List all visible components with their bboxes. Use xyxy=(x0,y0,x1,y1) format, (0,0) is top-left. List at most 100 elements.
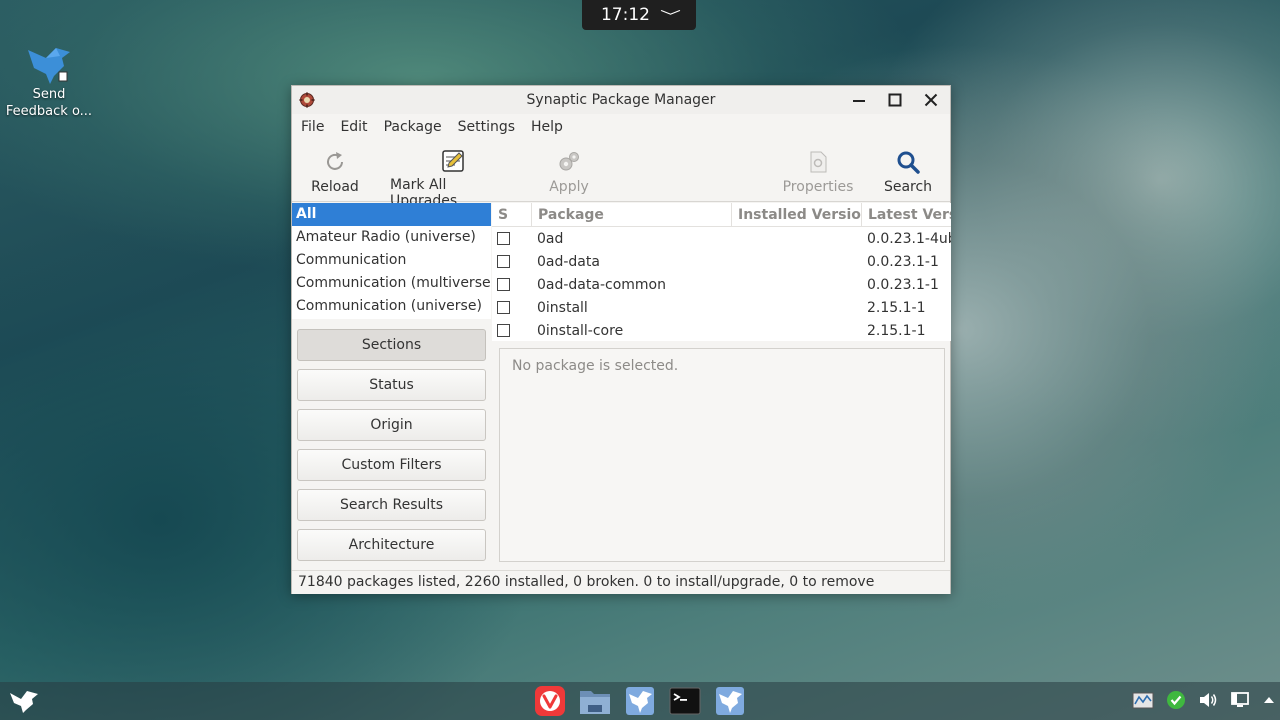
synaptic-app-icon xyxy=(299,92,315,112)
details-placeholder-text: No package is selected. xyxy=(512,358,679,374)
section-item-communication[interactable]: Communication xyxy=(292,249,491,272)
properties-button[interactable]: Properties xyxy=(782,140,854,200)
status-text: 71840 packages listed, 2260 installed, 0… xyxy=(298,574,875,590)
close-icon xyxy=(924,93,938,107)
tray-expand-icon[interactable] xyxy=(1262,693,1276,711)
desktop-icon-label-line1: Send xyxy=(32,87,66,102)
filter-pane: All Amateur Radio (universe) Communicati… xyxy=(292,203,491,566)
chevron-down-icon: ﹀ xyxy=(660,9,681,25)
search-icon xyxy=(896,149,920,175)
keyboard-layout-icon[interactable] xyxy=(1132,690,1154,714)
package-name: 0ad-data-common xyxy=(537,276,666,293)
package-checkbox[interactable] xyxy=(497,255,510,268)
close-button[interactable] xyxy=(918,90,944,110)
package-list: S Package Installed Version Latest Versi… xyxy=(492,203,951,341)
table-row[interactable]: 0ad-data 0.0.23.1-1 xyxy=(492,250,951,273)
taskbar-send-feedback[interactable] xyxy=(623,685,657,717)
taskbar xyxy=(0,682,1280,720)
menu-help[interactable]: Help xyxy=(523,119,571,135)
column-header-installed-version[interactable]: Installed Version xyxy=(732,203,862,227)
section-item-communication-universe[interactable]: Communication (universe) xyxy=(292,295,491,318)
folder-icon xyxy=(580,691,610,714)
minimize-button[interactable] xyxy=(846,90,872,110)
desktop-icon-send-feedback[interactable]: Send Feedback o... xyxy=(4,44,94,120)
custom-filters-button[interactable]: Custom Filters xyxy=(297,449,486,481)
mark-all-upgrades-button[interactable]: Mark All Upgrades xyxy=(390,140,516,209)
menu-settings[interactable]: Settings xyxy=(450,119,523,135)
reload-icon xyxy=(323,149,347,175)
bird-logo-icon xyxy=(10,691,38,713)
synaptic-window: Synaptic Package Manager File Edit Packa… xyxy=(291,85,951,594)
package-latest-version: 0.0.23.1-4ubuntu xyxy=(867,230,951,247)
clock-text: 17:12 xyxy=(600,5,650,25)
mark-upgrades-icon xyxy=(441,149,465,173)
section-list: All Amateur Radio (universe) Communicati… xyxy=(292,203,491,319)
bird-icon xyxy=(28,48,70,84)
sections-button[interactable]: Sections xyxy=(297,329,486,361)
package-list-header: S Package Installed Version Latest Versi… xyxy=(492,203,951,227)
menu-bar: File Edit Package Settings Help xyxy=(292,114,950,140)
update-ok-icon[interactable] xyxy=(1166,690,1186,714)
package-checkbox[interactable] xyxy=(497,301,510,314)
taskbar-file-manager[interactable] xyxy=(578,685,612,717)
bird-app-icon xyxy=(716,687,744,715)
vivaldi-icon xyxy=(535,686,565,716)
desktop-icon-label-line2: Feedback o... xyxy=(5,104,93,119)
maximize-icon xyxy=(888,93,902,107)
search-results-button[interactable]: Search Results xyxy=(297,489,486,521)
taskbar-terminal[interactable] xyxy=(668,685,702,717)
top-clock-panel[interactable]: 17:12 ﹀ xyxy=(582,0,696,30)
apply-button[interactable]: Apply xyxy=(545,140,593,200)
menu-package[interactable]: Package xyxy=(376,119,450,135)
package-checkbox[interactable] xyxy=(497,278,510,291)
package-name: 0install-core xyxy=(537,322,624,339)
section-item-all[interactable]: All xyxy=(292,203,491,226)
status-bar: 71840 packages listed, 2260 installed, 0… xyxy=(292,570,950,594)
properties-icon xyxy=(806,149,830,175)
taskbar-vivaldi[interactable] xyxy=(533,685,567,717)
volume-icon[interactable] xyxy=(1198,690,1218,714)
maximize-button[interactable] xyxy=(882,90,908,110)
bird-app-icon xyxy=(626,687,654,715)
search-button[interactable]: Search xyxy=(882,140,934,200)
package-checkbox[interactable] xyxy=(497,324,510,337)
terminal-icon xyxy=(669,687,701,715)
taskbar-synaptic[interactable] xyxy=(713,685,747,717)
reload-label: Reload xyxy=(311,179,359,195)
column-header-status[interactable]: S xyxy=(492,203,532,227)
package-latest-version: 2.15.1-1 xyxy=(867,299,926,316)
reload-button[interactable]: Reload xyxy=(305,140,365,200)
apply-gears-icon xyxy=(557,149,581,175)
toolbar: Reload Mark All Upgrades Apply Propertie… xyxy=(292,140,950,209)
minimize-icon xyxy=(853,100,865,102)
section-item-amateur-radio[interactable]: Amateur Radio (universe) xyxy=(292,226,491,249)
table-row[interactable]: 0ad-data-common 0.0.23.1-1 xyxy=(492,273,951,296)
package-latest-version: 2.15.1-1 xyxy=(867,322,926,339)
system-tray xyxy=(1132,690,1276,714)
search-label: Search xyxy=(883,179,933,195)
package-details-pane: No package is selected. xyxy=(499,348,945,562)
section-item-communication-multiverse[interactable]: Communication (multiverse) xyxy=(292,272,491,295)
table-row[interactable]: 0ad 0.0.23.1-4ubuntu xyxy=(492,227,951,250)
package-checkbox[interactable] xyxy=(497,232,510,245)
menu-file[interactable]: File xyxy=(293,119,332,135)
apply-label: Apply xyxy=(549,179,589,195)
column-header-package[interactable]: Package xyxy=(532,203,732,227)
menu-edit[interactable]: Edit xyxy=(332,119,375,135)
column-header-latest-version[interactable]: Latest Version xyxy=(862,203,951,227)
properties-label: Properties xyxy=(782,179,854,195)
window-title: Synaptic Package Manager xyxy=(526,92,716,108)
package-latest-version: 0.0.23.1-1 xyxy=(867,253,939,270)
table-row[interactable]: 0install 2.15.1-1 xyxy=(492,296,951,319)
table-row[interactable]: 0install-core 2.15.1-1 xyxy=(492,319,951,341)
status-button[interactable]: Status xyxy=(297,369,486,401)
package-name: 0ad xyxy=(537,230,564,247)
package-name: 0ad-data xyxy=(537,253,600,270)
app-launcher-button[interactable] xyxy=(8,689,40,717)
architecture-button[interactable]: Architecture xyxy=(297,529,486,561)
package-latest-version: 0.0.23.1-1 xyxy=(867,276,939,293)
origin-button[interactable]: Origin xyxy=(297,409,486,441)
display-icon[interactable] xyxy=(1230,690,1250,714)
package-name: 0install xyxy=(537,299,588,316)
title-bar[interactable]: Synaptic Package Manager xyxy=(292,86,950,114)
